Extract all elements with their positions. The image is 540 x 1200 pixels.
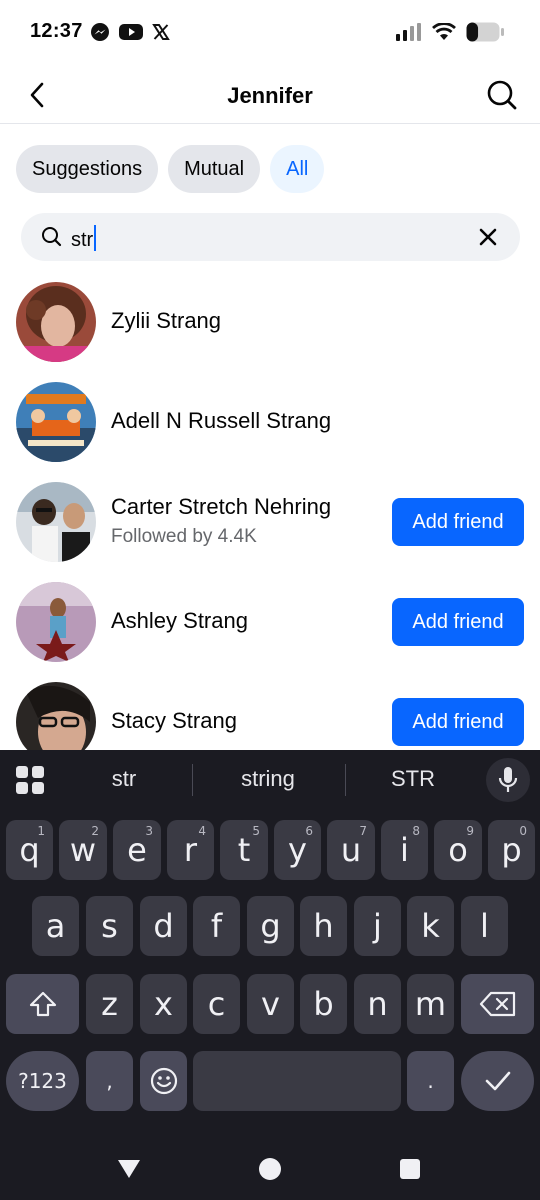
list-item[interactable]: Stacy Strang Add friend (0, 672, 540, 750)
enter-key[interactable] (461, 1051, 534, 1111)
key-s[interactable]: s (86, 896, 133, 956)
voice-input-button[interactable] (486, 758, 530, 802)
list-item[interactable]: Ashley Strang Add friend (0, 572, 540, 672)
key-l[interactable]: l (461, 896, 508, 956)
avatar[interactable] (16, 582, 96, 662)
x-icon (152, 23, 170, 46)
add-friend-button[interactable]: Add friend (392, 598, 524, 646)
youtube-icon (119, 23, 143, 46)
avatar[interactable] (16, 282, 96, 362)
checkmark-icon (485, 1071, 510, 1091)
add-friend-button[interactable]: Add friend (392, 698, 524, 746)
person-name[interactable]: Carter Stretch Nehring (111, 494, 331, 520)
key-b[interactable]: b (300, 974, 347, 1034)
status-app-icons (90, 22, 170, 47)
recents-nav-button[interactable] (399, 1158, 421, 1185)
filter-chip-mutual[interactable]: Mutual (168, 145, 261, 193)
person-name[interactable]: Ashley Strang (111, 608, 248, 634)
mutual-followers-text: Followed by 4.4K (111, 526, 257, 547)
key-v[interactable]: v (247, 974, 294, 1034)
key-e[interactable]: e3 (113, 820, 161, 880)
suggestion-item[interactable]: STR (353, 766, 473, 792)
key-q[interactable]: q1 (6, 820, 53, 880)
key-r[interactable]: r4 (167, 820, 214, 880)
divider (192, 764, 193, 796)
person-name[interactable]: Adell N Russell Strang (111, 408, 331, 434)
key-u[interactable]: u7 (327, 820, 375, 880)
suggestion-item[interactable]: string (208, 766, 328, 792)
filter-chip-suggestions[interactable]: Suggestions (16, 145, 159, 193)
back-triangle-icon (118, 1160, 140, 1178)
suggestion-item[interactable]: str (64, 766, 184, 792)
comma-key[interactable]: , (86, 1051, 133, 1111)
close-icon (479, 228, 497, 246)
system-navigation-bar (0, 1140, 540, 1200)
status-bar: 12:37 (0, 0, 540, 66)
key-n[interactable]: n (354, 974, 401, 1034)
list-item[interactable]: Zylii Strang (0, 272, 540, 372)
list-item[interactable]: Carter Stretch Nehring Followed by 4.4K … (0, 472, 540, 572)
person-name[interactable]: Zylii Strang (111, 308, 221, 334)
key-z[interactable]: z (86, 974, 133, 1034)
search-icon (41, 226, 63, 253)
avatar[interactable] (16, 682, 96, 750)
filter-chips: Suggestions Mutual All (16, 145, 325, 193)
messenger-icon (90, 22, 110, 47)
key-h[interactable]: h (300, 896, 347, 956)
key-k[interactable]: k (407, 896, 454, 956)
key-j[interactable]: j (354, 896, 401, 956)
person-name[interactable]: Stacy Strang (111, 708, 237, 734)
top-app-bar: Jennifer (0, 66, 540, 124)
key-i[interactable]: i8 (381, 820, 428, 880)
emoji-icon (150, 1067, 177, 1095)
home-circle-icon (259, 1158, 281, 1180)
key-g[interactable]: g (247, 896, 294, 956)
keyboard-suggestion-bar: str string STR (0, 750, 540, 810)
key-t[interactable]: t5 (220, 820, 268, 880)
page-title: Jennifer (227, 83, 313, 108)
recents-square-icon (400, 1159, 420, 1179)
clear-search-button[interactable] (476, 225, 500, 249)
emoji-key[interactable] (140, 1051, 187, 1111)
search-results-list: Zylii Strang Adell N Russell Strang Cart… (0, 272, 540, 750)
filter-chip-all[interactable]: All (270, 145, 325, 193)
space-key[interactable] (193, 1051, 401, 1111)
status-indicators (396, 22, 504, 47)
key-x[interactable]: x (140, 974, 187, 1034)
key-f[interactable]: f (193, 896, 240, 956)
shift-key[interactable] (6, 974, 79, 1034)
status-time: 12:37 (30, 20, 83, 42)
apps-grid-icon[interactable] (16, 766, 44, 794)
shift-icon (29, 991, 56, 1017)
avatar[interactable] (16, 382, 96, 462)
key-p[interactable]: p0 (488, 820, 535, 880)
key-y[interactable]: y6 (274, 820, 321, 880)
symbols-key[interactable]: ?123 (6, 1051, 79, 1111)
search-icon (487, 80, 517, 110)
key-m[interactable]: m (407, 974, 454, 1034)
key-c[interactable]: c (193, 974, 240, 1034)
search-input[interactable]: str (21, 213, 520, 261)
microphone-icon (498, 767, 518, 792)
period-key[interactable]: . (407, 1051, 454, 1111)
battery-icon (466, 22, 504, 47)
divider (345, 764, 346, 796)
text-cursor (94, 225, 97, 251)
list-item[interactable]: Adell N Russell Strang (0, 372, 540, 472)
search-input-value: str (71, 225, 97, 252)
backspace-icon (479, 991, 515, 1017)
backspace-key[interactable] (461, 974, 534, 1034)
back-nav-button[interactable] (116, 1158, 142, 1185)
wifi-icon (432, 22, 456, 46)
key-a[interactable]: a (32, 896, 79, 956)
key-d[interactable]: d (140, 896, 187, 956)
on-screen-keyboard: str string STR q1 w2 e3 r4 t5 y6 u7 i8 o… (0, 750, 540, 1200)
key-o[interactable]: o9 (434, 820, 482, 880)
home-nav-button[interactable] (258, 1157, 282, 1186)
add-friend-button[interactable]: Add friend (392, 498, 524, 546)
avatar[interactable] (16, 482, 96, 562)
search-button[interactable] (484, 77, 520, 113)
signal-icon (396, 23, 422, 46)
key-w[interactable]: w2 (59, 820, 107, 880)
